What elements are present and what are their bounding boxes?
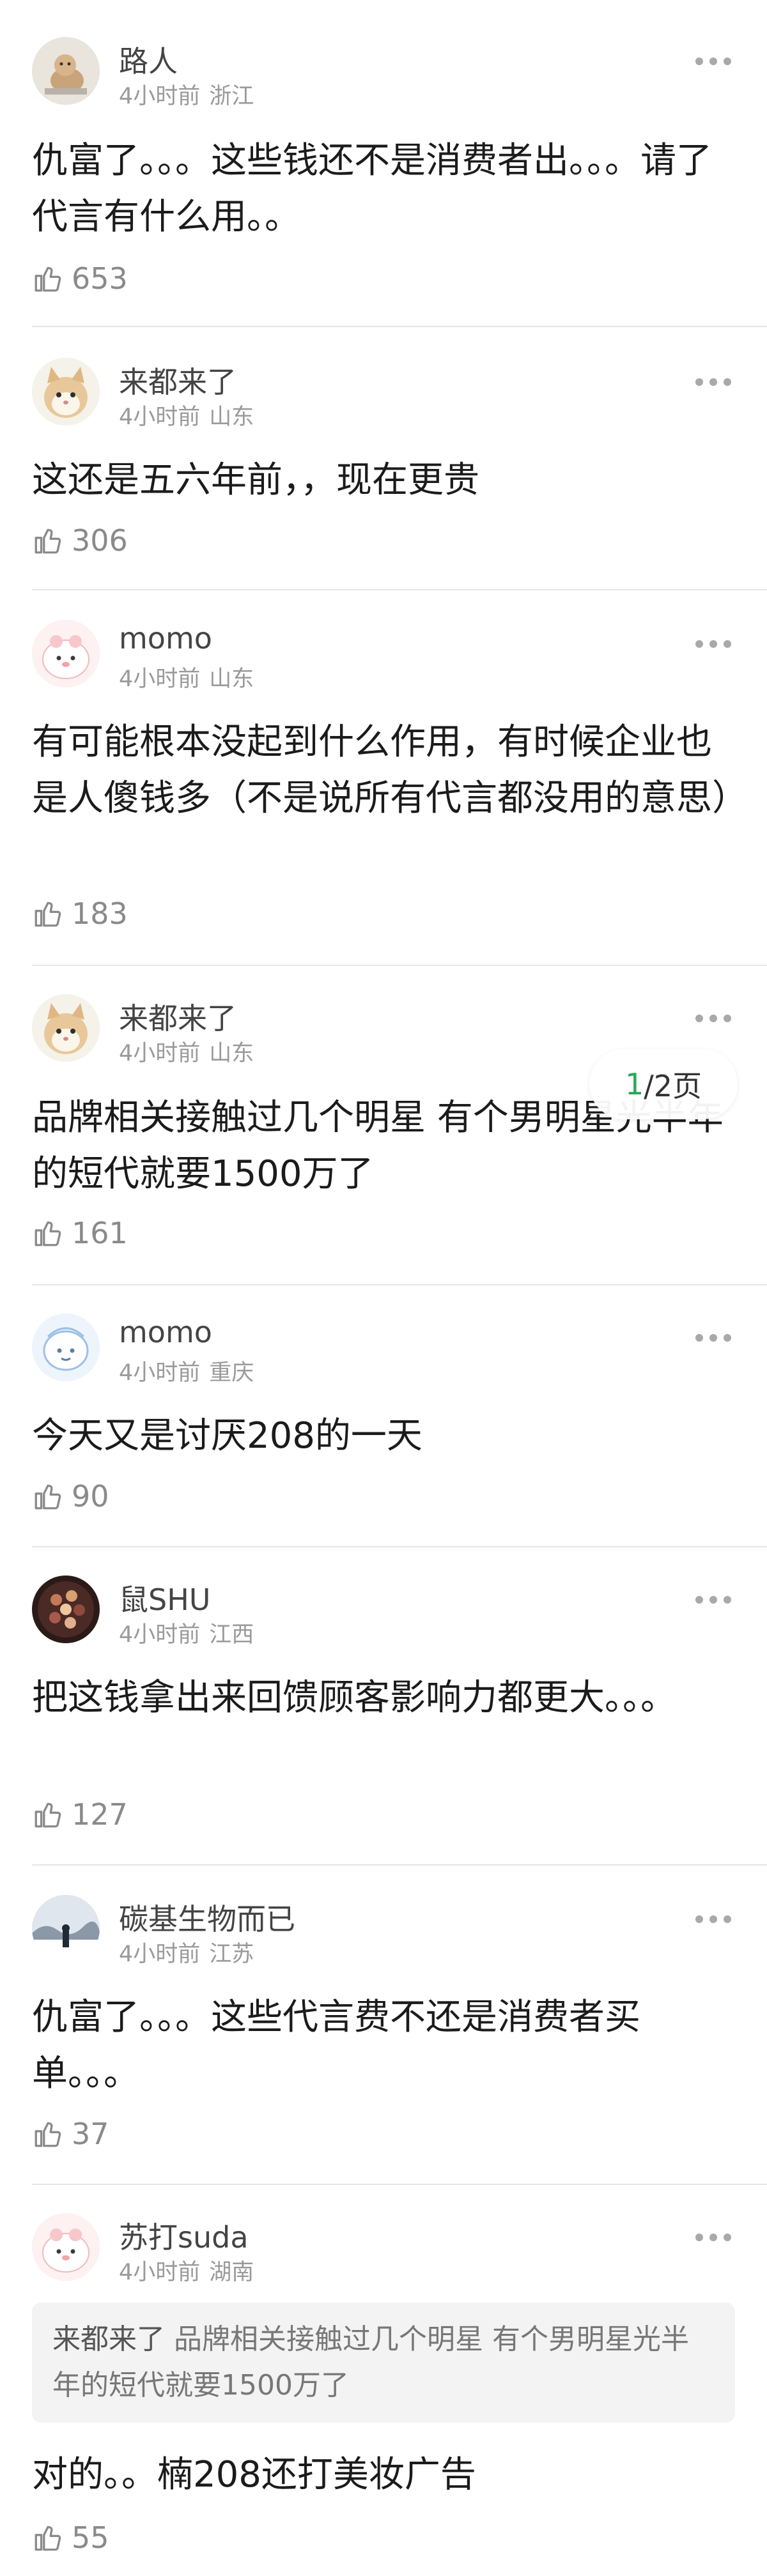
- divider: [32, 1284, 767, 1285]
- timestamp: 4小时前: [119, 2260, 201, 2285]
- comment-text: 对的。。楠208还打美妆广告: [32, 2454, 476, 2496]
- comment-meta: 4小时前 江苏: [119, 1936, 254, 1968]
- avatar[interactable]: [32, 620, 100, 687]
- more-options-icon[interactable]: [695, 55, 731, 68]
- comment-meta: 4小时前 湖南: [119, 2254, 254, 2287]
- thumbs-up-icon: [32, 2522, 64, 2554]
- username[interactable]: 来都来了: [119, 995, 236, 1038]
- like-count: 161: [72, 1216, 128, 1250]
- thumbs-up-icon: [32, 263, 64, 295]
- thumbs-up-icon: [32, 525, 64, 556]
- more-options-icon[interactable]: [695, 2231, 731, 2244]
- username[interactable]: 路人: [119, 38, 178, 80]
- like-button[interactable]: 306: [32, 521, 128, 560]
- divider: [32, 1546, 767, 1547]
- ip-location: 湖南: [209, 2260, 254, 2285]
- comment-text: 有可能根本没起到什么作用，有时候企业也是人傻钱多（不是说所有代言都没用的意思）: [32, 721, 748, 819]
- username[interactable]: momo: [119, 621, 212, 656]
- thumbs-up-icon: [32, 1480, 64, 1512]
- timestamp: 4小时前: [119, 404, 201, 430]
- username[interactable]: 苏打suda: [119, 2214, 249, 2257]
- comment-meta: 4小时前 山东: [119, 661, 254, 693]
- ip-location: 浙江: [209, 84, 254, 109]
- like-button[interactable]: 90: [32, 1477, 109, 1515]
- comment-text: 仇富了。。。这些代言费不还是消费者买单。。。: [32, 1997, 640, 2094]
- timestamp: 4小时前: [119, 1942, 201, 1967]
- avatar[interactable]: [32, 1895, 100, 1963]
- timestamp: 4小时前: [119, 666, 201, 692]
- comment-meta: 4小时前 山东: [119, 399, 254, 431]
- like-count: 90: [72, 1479, 109, 1514]
- divider: [32, 2184, 767, 2185]
- quoted-reply[interactable]: 来都来了 品牌相关接触过几个明星 有个男明星光半年的短代就要1500万了: [32, 2303, 735, 2423]
- more-options-icon[interactable]: [695, 1331, 731, 1344]
- thumbs-up-icon: [32, 2118, 64, 2150]
- like-count: 183: [72, 896, 128, 931]
- like-button[interactable]: 37: [32, 2115, 109, 2153]
- thumbs-up-icon: [32, 1217, 64, 1249]
- like-count: 306: [72, 523, 128, 558]
- current-page: 1: [624, 1067, 644, 1101]
- avatar[interactable]: [32, 1314, 100, 1381]
- ip-location: 重庆: [209, 1360, 254, 1386]
- comment-meta: 4小时前 浙江: [119, 78, 254, 111]
- avatar[interactable]: [32, 37, 100, 105]
- thumbs-up-icon: [32, 1798, 64, 1830]
- timestamp: 4小时前: [119, 1360, 201, 1386]
- avatar[interactable]: [32, 358, 100, 425]
- divider: [32, 1864, 767, 1866]
- avatar[interactable]: [32, 994, 100, 1062]
- ip-location: 江西: [209, 1622, 254, 1648]
- divider: [32, 326, 767, 327]
- ip-location: 山东: [209, 666, 254, 692]
- username[interactable]: 鼠SHU: [119, 1577, 210, 1619]
- like-count: 55: [72, 2520, 109, 2555]
- comment-text: 今天又是讨厌208的一天: [32, 1415, 422, 1457]
- ip-location: 江苏: [209, 1942, 254, 1967]
- like-button[interactable]: 183: [32, 894, 128, 933]
- avatar[interactable]: [32, 2213, 100, 2281]
- comment-text: 仇富了。。。这些钱还不是消费者出。。。请了代言有什么用。。: [32, 140, 712, 238]
- comment-text: 这还是五六年前，，现在更贵: [32, 459, 479, 501]
- more-options-icon[interactable]: [695, 638, 731, 650]
- comment-text: 把这钱拿出来回馈顾客影响力都更大。。。: [32, 1677, 676, 1719]
- divider: [32, 589, 767, 590]
- quoted-username: 来都来了: [52, 2323, 165, 2356]
- username[interactable]: 来都来了: [119, 359, 236, 401]
- ip-location: 山东: [209, 404, 254, 430]
- more-options-icon[interactable]: [695, 376, 731, 388]
- username[interactable]: momo: [119, 1315, 212, 1349]
- comment-meta: 4小时前 江西: [119, 1616, 254, 1649]
- like-button[interactable]: 127: [32, 1795, 128, 1834]
- like-button[interactable]: 161: [32, 1214, 128, 1252]
- comment-meta: 4小时前 重庆: [119, 1354, 254, 1387]
- comment-meta: 4小时前 山东: [119, 1035, 254, 1068]
- timestamp: 4小时前: [119, 84, 201, 109]
- more-options-icon[interactable]: [695, 1593, 731, 1606]
- like-count: 653: [72, 261, 128, 296]
- ip-location: 山东: [209, 1041, 254, 1066]
- like-count: 127: [72, 1797, 128, 1832]
- thumbs-up-icon: [32, 898, 64, 930]
- like-button[interactable]: 653: [32, 259, 128, 298]
- page-indicator[interactable]: 1/2页: [589, 1049, 738, 1119]
- like-button[interactable]: 55: [32, 2518, 109, 2557]
- username[interactable]: 碳基生物而已: [119, 1896, 295, 1938]
- more-options-icon[interactable]: [695, 1012, 731, 1025]
- more-options-icon[interactable]: [695, 1913, 731, 1926]
- timestamp: 4小时前: [119, 1622, 201, 1648]
- like-count: 37: [72, 2117, 109, 2151]
- avatar[interactable]: [32, 1575, 100, 1643]
- timestamp: 4小时前: [119, 1041, 201, 1066]
- total-pages: /2页: [644, 1069, 702, 1103]
- divider: [32, 965, 767, 966]
